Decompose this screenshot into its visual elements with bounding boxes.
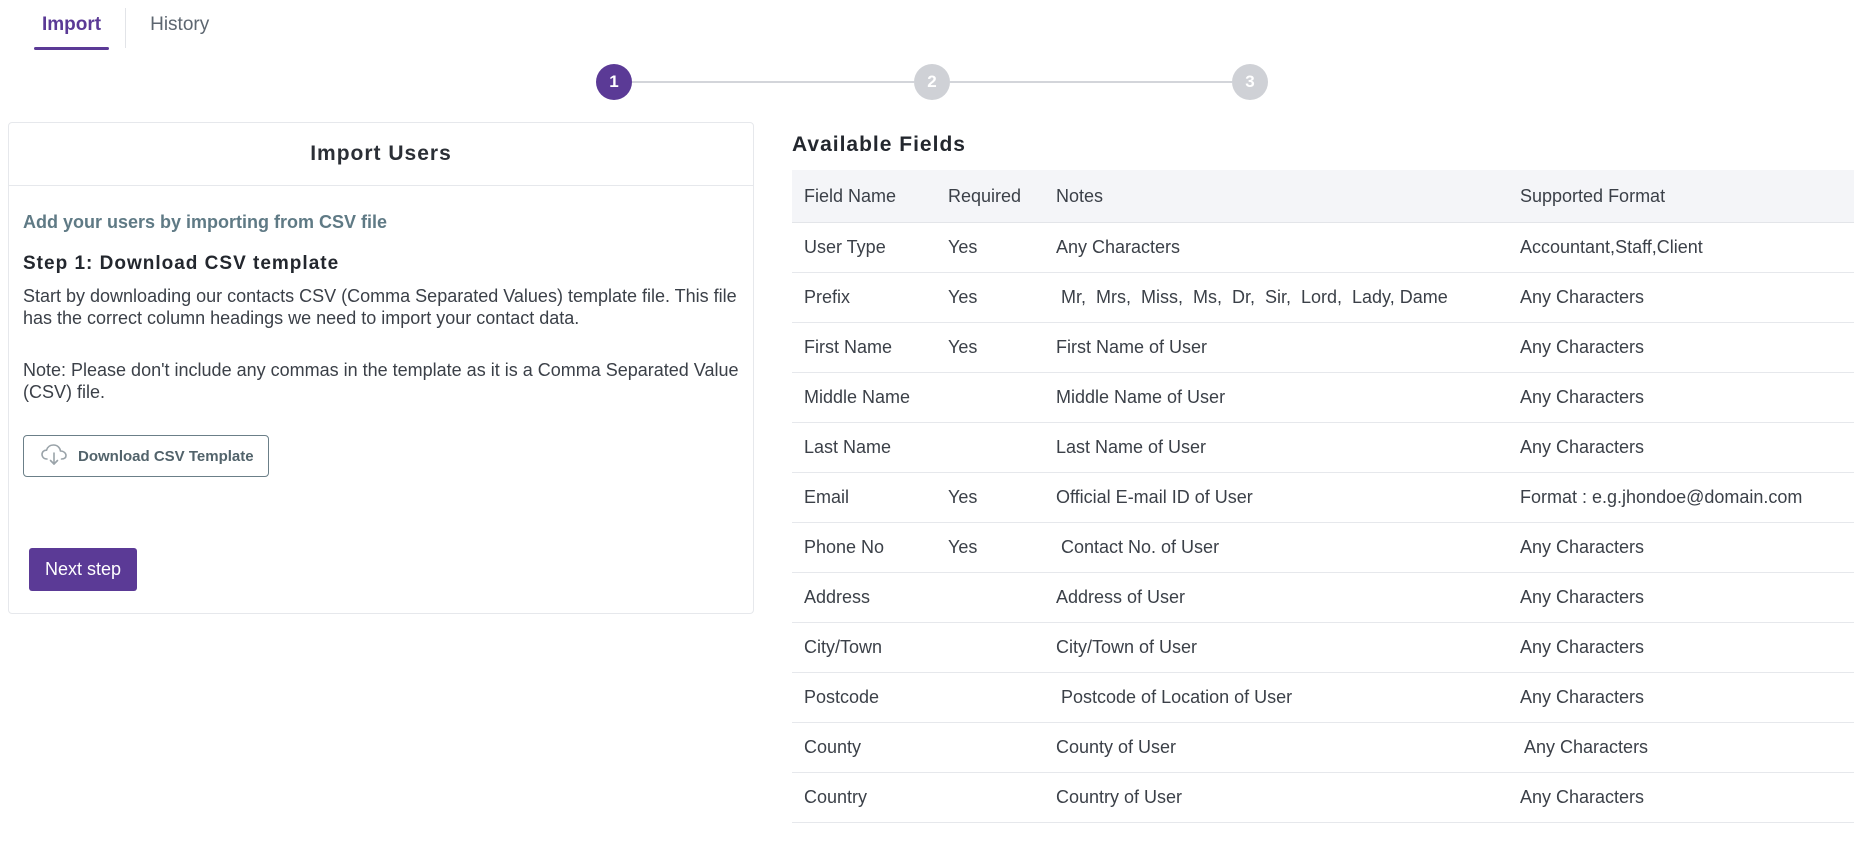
step-2-indicator: 2 (914, 64, 950, 100)
supported-format-cell: Any Characters (1508, 372, 1854, 423)
column-header-field-name: Field Name (792, 170, 936, 223)
step-3-indicator: 3 (1232, 64, 1268, 100)
csv-note: Note: Please don't include any commas in… (23, 360, 739, 402)
required-cell (936, 372, 1044, 423)
step-title: Step 1: Download CSV template (23, 253, 340, 274)
supported-format-cell: Any Characters (1508, 322, 1854, 373)
table-row: Email Yes Official E-mail ID of User Format… (792, 472, 1854, 523)
notes-cell: Middle Name of User (1044, 372, 1508, 423)
card-subtitle: Add your users by importing from CSV fil… (23, 212, 388, 232)
column-header-required: Required (936, 170, 1044, 223)
notes-cell: Last Name of User (1044, 422, 1508, 473)
field-name-cell: Last Name (792, 422, 936, 473)
available-fields-title: Available Fields (792, 133, 966, 156)
notes-cell: Contact No. of User (1044, 522, 1508, 573)
column-header-supported-format: Supported Format (1508, 170, 1854, 223)
step-description: Start by downloading our contacts CSV (C… (23, 286, 737, 328)
supported-format-cell: Any Characters (1508, 572, 1854, 623)
supported-format-cell: Accountant,Staff,Client (1508, 222, 1854, 273)
download-csv-template-button[interactable]: Download CSV Template (23, 435, 269, 477)
import-users-card: Import Users Add your users by importing… (8, 122, 754, 614)
table-row: Address Address of User Any Characters (792, 572, 1854, 623)
required-cell: Yes (936, 472, 1044, 523)
supported-format-cell: Any Characters (1508, 772, 1854, 823)
tab-bar: Import History (32, 0, 219, 50)
table-row: Last Name Last Name of User Any Characters (792, 422, 1854, 473)
required-cell: Yes (936, 322, 1044, 373)
cloud-download-icon (40, 442, 68, 470)
required-cell (936, 572, 1044, 623)
notes-cell: Country of User (1044, 772, 1508, 823)
field-name-cell: Postcode (792, 672, 936, 723)
tab-import[interactable]: Import (32, 0, 111, 50)
table-header-row: Field Name Required Notes Supported Form… (792, 170, 1854, 223)
field-name-cell: Middle Name (792, 372, 936, 423)
required-cell (936, 622, 1044, 673)
supported-format-cell: Any Characters (1508, 272, 1854, 323)
supported-format-cell: Any Characters (1508, 722, 1854, 773)
supported-format-cell: Format : e.g.jhondoe@domain.com (1508, 472, 1854, 523)
required-cell (936, 772, 1044, 823)
notes-cell: County of User (1044, 722, 1508, 773)
notes-cell: First Name of User (1044, 322, 1508, 373)
table-row: Postcode Postcode of Location of User Any… (792, 672, 1854, 723)
stepper-connector (950, 81, 1232, 83)
notes-cell: Any Characters (1044, 222, 1508, 273)
tab-history[interactable]: History (140, 0, 219, 50)
table-row: Phone No Yes Contact No. of User Any Chara… (792, 522, 1854, 573)
notes-cell: Postcode of Location of User (1044, 672, 1508, 723)
required-cell: Yes (936, 522, 1044, 573)
supported-format-cell: Any Characters (1508, 422, 1854, 473)
field-name-cell: User Type (792, 222, 936, 273)
table-row: First Name Yes First Name of User Any Chara… (792, 322, 1854, 373)
column-header-notes: Notes (1044, 170, 1508, 223)
required-cell: Yes (936, 222, 1044, 273)
download-button-label: Download CSV Template (78, 447, 254, 465)
field-name-cell: First Name (792, 322, 936, 373)
table-row: County County of User Any Characters (792, 722, 1854, 773)
available-fields-table: Field Name Required Notes Supported Form… (792, 170, 1854, 823)
supported-format-cell: Any Characters (1508, 672, 1854, 723)
required-cell: Yes (936, 272, 1044, 323)
table-row: User Type Yes Any Characters Accountant,Sta… (792, 222, 1854, 273)
field-name-cell: Country (792, 772, 936, 823)
notes-cell: Mr, Mrs, Miss, Ms, Dr, Sir, Lord, Lady, … (1044, 272, 1508, 323)
required-cell (936, 672, 1044, 723)
notes-cell: Address of User (1044, 572, 1508, 623)
required-cell (936, 722, 1044, 773)
progress-stepper: 1 2 3 (596, 64, 1268, 100)
table-row: Prefix Yes Mr, Mrs, Miss, Ms, Dr, Sir, Lo… (792, 272, 1854, 323)
notes-cell: City/Town of User (1044, 622, 1508, 673)
table-row: City/Town City/Town of User Any Characters (792, 622, 1854, 673)
supported-format-cell: Any Characters (1508, 522, 1854, 573)
stepper-connector (632, 81, 914, 83)
table-row: Middle Name Middle Name of User Any Charac… (792, 372, 1854, 423)
field-name-cell: County (792, 722, 936, 773)
field-name-cell: Email (792, 472, 936, 523)
notes-cell: Official E-mail ID of User (1044, 472, 1508, 523)
field-name-cell: Prefix (792, 272, 936, 323)
required-cell (936, 422, 1044, 473)
supported-format-cell: Any Characters (1508, 622, 1854, 673)
next-step-button[interactable]: Next step (29, 548, 138, 591)
field-name-cell: Address (792, 572, 936, 623)
tab-divider (125, 8, 127, 48)
field-name-cell: City/Town (792, 622, 936, 673)
field-name-cell: Phone No (792, 522, 936, 573)
table-row: Country Country of User Any Characters (792, 772, 1854, 823)
step-1-indicator: 1 (596, 64, 632, 100)
card-title: Import Users (9, 123, 753, 186)
